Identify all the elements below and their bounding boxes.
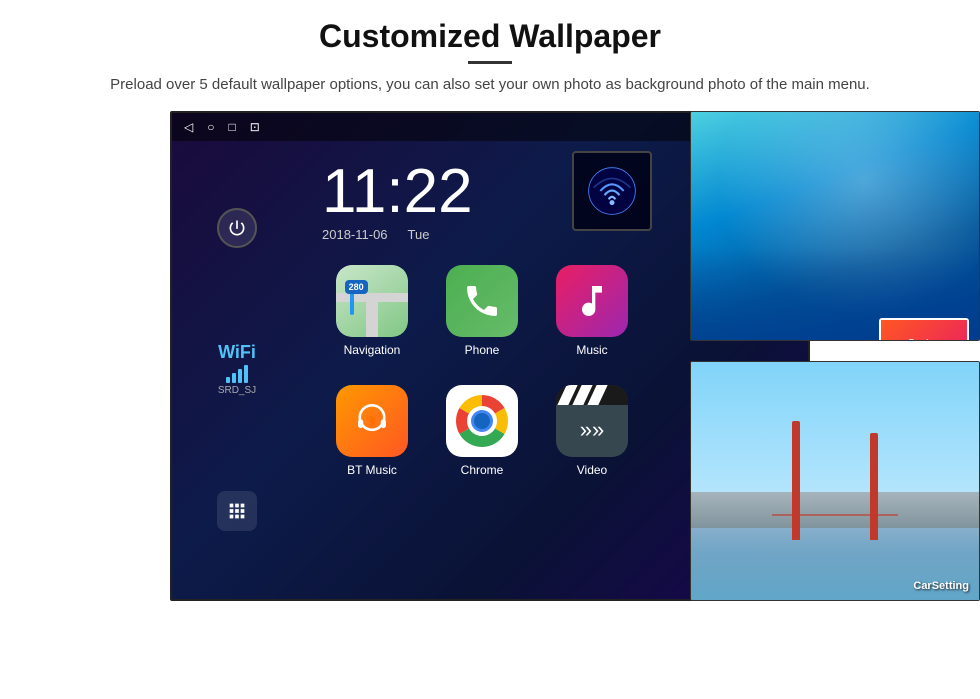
status-bar-left: ◁ ○ □ ⊡ bbox=[184, 120, 260, 134]
app-chrome-label: Chrome bbox=[461, 463, 504, 477]
app-grid: 280 Navigation Phone bbox=[322, 256, 642, 486]
app-phone-label: Phone bbox=[465, 343, 500, 357]
home-icon[interactable]: ○ bbox=[207, 120, 214, 134]
wifi-bars bbox=[218, 365, 256, 383]
app-phone[interactable]: Phone bbox=[432, 256, 532, 366]
wallpaper-ice-cave[interactable]: Preview bbox=[690, 111, 980, 341]
clock-date-value: 2018-11-06 bbox=[322, 227, 388, 242]
wifi-bar-1 bbox=[226, 377, 230, 383]
app-music-label: Music bbox=[576, 343, 607, 357]
wireless-icon-box[interactable] bbox=[572, 151, 652, 231]
app-btmusic[interactable]: BT Music bbox=[322, 376, 422, 486]
wallpaper-golden-gate[interactable]: CarSetting bbox=[690, 361, 980, 601]
app-btmusic-label: BT Music bbox=[347, 463, 397, 477]
header-section: Customized Wallpaper Preload over 5 defa… bbox=[0, 0, 980, 111]
wifi-label: WiFi bbox=[218, 342, 256, 363]
app-chrome[interactable]: Chrome bbox=[432, 376, 532, 486]
clock-day: Tue bbox=[408, 227, 430, 242]
left-sidebar: WiFi SRD_SJ bbox=[172, 141, 302, 599]
clock-date: 2018-11-06 Tue bbox=[322, 227, 473, 242]
apps-grid-button[interactable] bbox=[217, 491, 257, 531]
page-title: Customized Wallpaper bbox=[80, 18, 900, 55]
subtitle: Preload over 5 default wallpaper options… bbox=[80, 74, 900, 97]
wifi-bar-4 bbox=[244, 365, 248, 383]
carsetting-label: CarSetting bbox=[913, 580, 969, 592]
power-button[interactable] bbox=[217, 208, 257, 248]
app-video-label: Video bbox=[577, 463, 607, 477]
wifi-ssid: SRD_SJ bbox=[218, 385, 256, 396]
app-navigation[interactable]: 280 Navigation bbox=[322, 256, 422, 366]
back-icon[interactable]: ◁ bbox=[184, 120, 193, 134]
clock-area: 11:22 2018-11-06 Tue bbox=[322, 161, 473, 242]
wifi-bar-2 bbox=[232, 373, 236, 383]
wallpaper-stack: Preview CarSetting bbox=[670, 111, 980, 601]
app-navigation-label: Navigation bbox=[344, 343, 401, 357]
title-underline bbox=[468, 61, 512, 64]
clock-time: 11:22 bbox=[322, 161, 473, 223]
wifi-widget: WiFi SRD_SJ bbox=[218, 342, 256, 396]
app-music[interactable]: Music bbox=[542, 256, 642, 366]
recents-icon[interactable]: □ bbox=[228, 120, 235, 134]
screenshot-icon[interactable]: ⊡ bbox=[250, 120, 260, 134]
app-video[interactable]: »» Video bbox=[542, 376, 642, 486]
wifi-bar-3 bbox=[238, 369, 242, 383]
screen-wrapper: ◁ ○ □ ⊡ ⚲ ▾ 11:22 WiFi bbox=[170, 111, 980, 611]
